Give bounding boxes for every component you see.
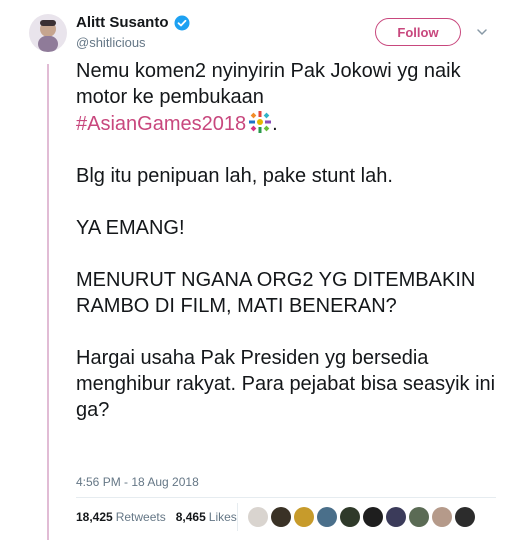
hashtag-link[interactable]: #AsianGames2018 [76,113,246,135]
retweets-stat[interactable]: 18,425 Retweets [76,510,166,524]
liker-avatar[interactable] [340,507,360,527]
tweet-timestamp[interactable]: 4:56 PM - 18 Aug 2018 [76,475,199,489]
retweets-count: 18,425 [76,510,113,524]
liker-avatar[interactable] [248,507,268,527]
user-handle[interactable]: @shitlicious [76,35,190,50]
tweet-text-segment: Nemu komen2 nyinyirin Pak Jokowi yg naik… [76,60,461,108]
liker-avatar[interactable] [409,507,429,527]
tweet-text-segment: . [272,113,278,135]
retweets-label: Retweets [115,510,166,524]
liker-avatar[interactable] [317,507,337,527]
user-info: Alitt Susanto @shitlicious [76,14,190,50]
thread-connector-line [47,64,49,540]
liker-avatar[interactable] [294,507,314,527]
chevron-down-icon[interactable] [476,26,488,38]
liker-avatar[interactable] [386,507,406,527]
follow-button[interactable]: Follow [375,18,461,46]
display-name[interactable]: Alitt Susanto [76,14,169,31]
avatar[interactable] [29,14,67,52]
likes-count: 8,465 [175,510,206,524]
avatar-image [29,14,67,52]
stats-separator [237,503,238,531]
verified-badge-icon [174,15,190,31]
liker-avatar[interactable] [432,507,452,527]
liker-avatars [248,507,475,527]
likes-stat[interactable]: 8,465 Likes [176,510,237,524]
tweet-paragraph-5: Hargai usaha Pak Presiden yg bersedia me… [76,347,496,421]
liker-avatar[interactable] [455,507,475,527]
likes-label: Likes [208,510,237,524]
tweet-paragraph-2: Blg itu penipuan lah, pake stunt lah. [76,165,393,187]
tweet-text: Nemu komen2 nyinyirin Pak Jokowi yg naik… [76,58,496,449]
tweet-paragraph-3: YA EMANG! [76,217,185,239]
tweet-paragraph-1: Nemu komen2 nyinyirin Pak Jokowi yg naik… [76,58,496,137]
liker-avatar[interactable] [363,507,383,527]
liker-avatar[interactable] [271,507,291,527]
tweet-stats: 18,425 Retweets 8,465 Likes [76,510,237,524]
asian-games-logo-icon [248,110,272,134]
tweet-paragraph-4: MENURUT NGANA ORG2 YG DITEMBAKIN RAMBO D… [76,269,476,317]
divider [76,497,496,498]
